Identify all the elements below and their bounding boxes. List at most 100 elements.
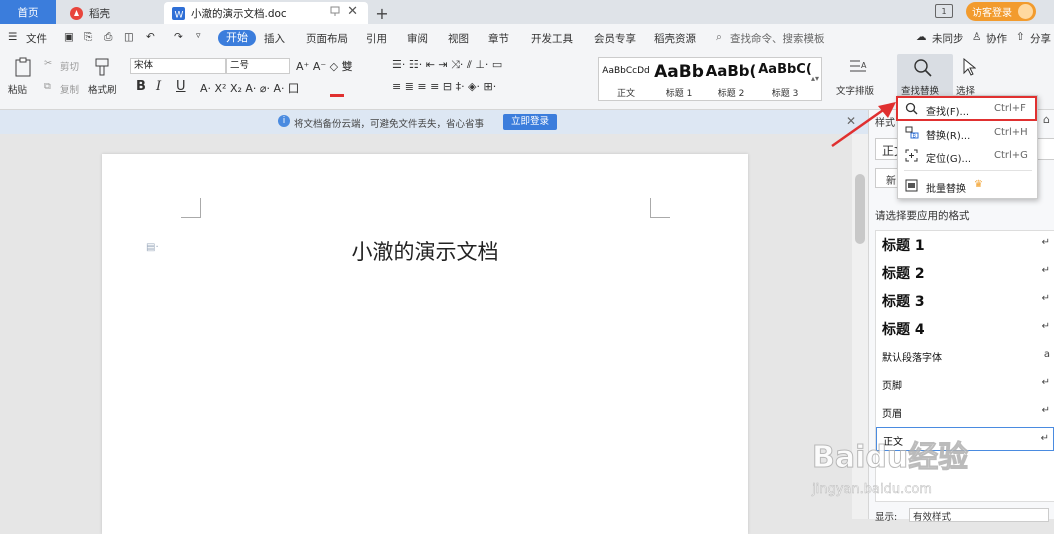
menu-file[interactable]: 文件 [26,31,47,46]
text-layout-button[interactable]: 文字排版 [836,83,874,97]
return-icon: ↵ [1041,237,1050,248]
find-replace-menu: 查找(F)... Ctrl+F B 替换(R)... Ctrl+H 定位(G).… [896,95,1038,199]
style-item-default-font[interactable]: 默认段落字体 [882,349,942,364]
list-icons[interactable]: ☰· ☷· ⇤ ⇥ ⤨· ⫽ ⊥· ▭ [392,58,502,72]
return-icon: ↵ [1041,293,1050,304]
add-icon: + [375,3,389,23]
menu-vip[interactable]: 会员专享 [594,31,636,46]
undo-icon[interactable]: ↶ [146,31,155,43]
return-icon: ↵ [1041,405,1050,416]
cursor-select-icon[interactable] [962,58,976,76]
menu-insert[interactable]: 插入 [264,31,285,46]
style-item-header[interactable]: 页眉 [882,405,902,420]
align-icons[interactable]: ≡ ≣ ≡ ≡ ⊟ ‡· ◈· ⊞· [392,80,496,93]
menu-layout[interactable]: 页面布局 [306,31,348,46]
magnifier-icon [913,58,933,78]
menu-reference[interactable]: 引用 [366,31,387,46]
italic-button[interactable]: I [156,79,161,94]
tab-home-label: 首页 [17,6,39,19]
font-size-select[interactable]: 二号 [226,58,290,74]
share-button[interactable]: 分享 [1030,31,1051,46]
tab-home[interactable]: 首页 [0,0,56,24]
cloud-backup-banner: i 将文档备份云端，可避免文件丢失，省心省事 立即登录 ✕ [0,110,868,134]
collab-icon: ♙ [972,31,982,43]
return-icon: ↵ [1041,321,1050,332]
tab-bar: 首页 稻壳 W 小澈的演示文档.doc ✕ + 1 访客登录 [0,0,1054,24]
tab-daoke[interactable]: 稻壳 [60,2,164,24]
menu-item-find[interactable]: 查找(F)... Ctrl+F [896,96,1037,121]
menu-chapter[interactable]: 章节 [488,31,509,46]
menu-developer[interactable]: 开发工具 [531,31,573,46]
style-heading-1[interactable]: AaBb 标题 1 [653,58,705,102]
gallery-scroll-icon[interactable]: ▴▾ [811,74,819,83]
paste-icon[interactable] [14,57,34,77]
crop-mark [181,198,201,218]
watermark-brand: Baidu经验 [811,440,969,476]
menu-item-replace[interactable]: B 替换(R)... Ctrl+H [898,122,1037,144]
scissors-icon[interactable]: ✂ [44,58,52,69]
text-layout-icon[interactable]: A [848,58,868,76]
redo-icon[interactable]: ↷ [174,31,183,43]
menu-view[interactable]: 视图 [448,31,469,46]
char-style-icon: a [1043,349,1050,360]
export-icon[interactable]: ⎘ [84,31,92,44]
style-gallery: AaBbCcDd 正文 AaBb 标题 1 AaBb(标题 2 AaBbC(标题 3… [598,57,822,101]
command-search-input[interactable]: 查找命令、搜索模板 [730,31,825,46]
new-tab-button[interactable]: + [372,2,392,24]
format-painter-button[interactable]: 格式刷 [88,82,117,96]
style-item-heading-4[interactable]: 标题 4 [882,319,925,339]
preview-icon[interactable]: ◫ [124,31,134,43]
menu-item-batch-replace[interactable]: 批量替换 ♛ [898,175,1037,197]
screen-count-button[interactable]: 1 [935,4,953,18]
replace-icon: B [905,126,919,139]
underline-button[interactable]: U [176,79,186,94]
document-page[interactable]: ▤· 小澈的演示文档 [102,154,748,534]
bold-button[interactable]: B [136,79,146,94]
menu-item-locate[interactable]: 定位(G)... Ctrl+G [898,145,1037,167]
copy-button[interactable]: 复制 [60,82,79,96]
menu-start[interactable]: 开始 [218,30,256,46]
crown-icon: ♛ [974,179,983,190]
print-icon[interactable]: ⎙ [104,31,112,44]
collab-button[interactable]: 协作 [986,31,1007,46]
tab-document[interactable]: W 小澈的演示文档.doc ✕ [164,2,368,24]
customize-icon[interactable]: ▿ [196,31,201,41]
style-item-footer[interactable]: 页脚 [882,377,902,392]
pin-panel-icon[interactable]: ⌂ [1043,113,1050,126]
format-painter-icon[interactable] [94,57,112,77]
cut-button[interactable]: 剪切 [60,59,79,73]
return-icon: ↵ [1041,265,1050,276]
style-normal[interactable]: AaBbCcDd 正文 [599,58,653,102]
cloud-icon: ☁ [916,31,927,43]
hamburger-icon[interactable]: ☰ [8,31,17,43]
menu-resource[interactable]: 稻壳资源 [654,31,696,46]
style-item-heading-2[interactable]: 标题 2 [882,263,925,283]
font-color-bar [330,94,344,97]
style-heading-3[interactable]: AaBbC(标题 3 [757,58,813,102]
svg-text:A: A [861,61,867,70]
visitor-login-button[interactable]: 访客登录 [966,2,1036,21]
pin-icon[interactable] [330,6,340,16]
menu-review[interactable]: 审阅 [407,31,428,46]
info-icon: i [278,115,290,127]
share-icon: ⇧ [1016,31,1025,43]
style-item-heading-1[interactable]: 标题 1 [882,235,925,255]
sync-status[interactable]: 未同步 [932,31,964,46]
style-item-heading-3[interactable]: 标题 3 [882,291,925,311]
save-icon[interactable]: ▣ [64,31,74,43]
style-heading-2[interactable]: AaBb(标题 2 [705,58,757,102]
word-doc-icon: W [172,6,185,20]
text-effects-icon[interactable]: A· X² X₂ A· ⌀· A· 囗 [200,80,299,96]
login-now-button[interactable]: 立即登录 [503,114,557,130]
copy-icon[interactable]: ⧉ [44,81,51,92]
tab-close-icon[interactable]: ✕ [347,4,358,19]
menu-bar: ☰ 文件 ▣ ⎘ ⎙ ◫ ↶ ↷ ▿ 插入 页面布局 引用 审阅 视图 章节 开… [0,24,1054,52]
grow-font-icon[interactable]: A⁺ A⁻ ◇ 雙 [296,58,353,74]
find-replace-button[interactable]: 查找替换 [897,54,953,97]
batch-replace-icon [905,179,918,192]
scrollbar-thumb[interactable] [855,174,865,244]
document-title[interactable]: 小澈的演示文档 [102,236,748,266]
return-icon: ↵ [1041,377,1050,388]
font-family-select[interactable]: 宋体 [130,58,226,74]
paste-button[interactable]: 粘贴 [8,82,27,96]
